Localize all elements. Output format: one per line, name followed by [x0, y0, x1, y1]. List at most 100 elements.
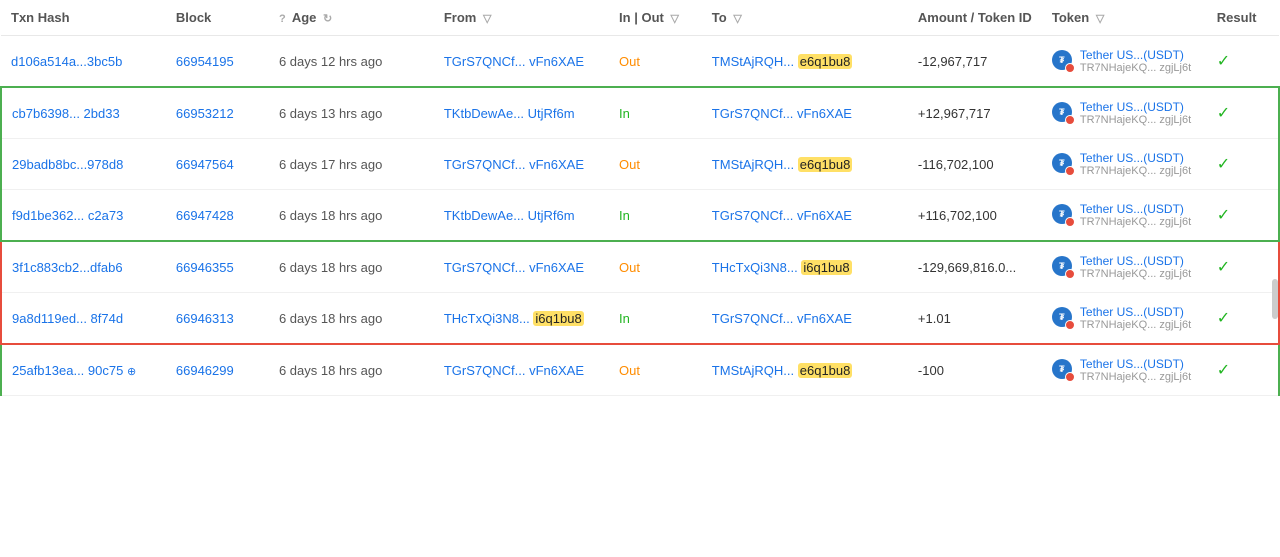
- token-name[interactable]: Tether US...(USDT): [1080, 202, 1191, 216]
- amount-cell: -116,702,100: [908, 139, 1042, 190]
- from-address[interactable]: TKtbDewAe... UtjRf6m: [444, 208, 575, 223]
- txn-hash-cell: f9d1be362... c2a73: [1, 190, 166, 242]
- direction-badge: Out: [619, 260, 640, 275]
- to-address[interactable]: TGrS7QNCf... vFn6XAE: [712, 311, 852, 326]
- from-highlight: i6q1bu8: [533, 311, 583, 326]
- table-row: cb7b6398... 2bd33 66953212 6 days 13 hrs…: [1, 87, 1279, 139]
- block-number-link[interactable]: 66947428: [176, 208, 234, 223]
- block-number-link[interactable]: 66946299: [176, 363, 234, 378]
- token-sub: TR7NHajeKQ... zgjLj6t: [1080, 62, 1191, 74]
- table-row: 3f1c883cb2...dfab6 66946355 6 days 18 hr…: [1, 241, 1279, 293]
- from-address-part2: UtjRf6m: [528, 208, 575, 223]
- txn-hash-link[interactable]: f9d1be362... c2a73: [12, 208, 123, 223]
- block-number-link[interactable]: 66954195: [176, 54, 234, 69]
- direction-badge: In: [619, 311, 630, 326]
- token-name[interactable]: Tether US...(USDT): [1080, 305, 1191, 319]
- to-address[interactable]: TGrS7QNCf... vFn6XAE: [712, 208, 852, 223]
- token-icon: ₮: [1052, 256, 1074, 278]
- direction-cell: In: [609, 87, 702, 139]
- to-cell: TMStAjRQH... e6q1bu8: [702, 139, 908, 190]
- amount-value: +12,967,717: [918, 106, 991, 121]
- in-out-filter-icon[interactable]: ▽: [670, 12, 678, 25]
- txn-copy-icon[interactable]: ⊕: [127, 366, 136, 378]
- amount-value: +1.01: [918, 311, 951, 326]
- to-address[interactable]: TMStAjRQH... e6q1bu8: [712, 157, 853, 172]
- to-filter-icon[interactable]: ▽: [733, 12, 741, 25]
- amount-cell: -129,669,816.0...: [908, 241, 1042, 293]
- to-cell: TGrS7QNCf... vFn6XAE: [702, 190, 908, 242]
- amount-value: -12,967,717: [918, 54, 987, 69]
- col-amount: Amount / Token ID: [908, 0, 1042, 36]
- token-icon-badge: [1065, 320, 1075, 330]
- token-sub: TR7NHajeKQ... zgjLj6t: [1080, 268, 1191, 280]
- age-refresh-icon[interactable]: ↻: [323, 12, 332, 25]
- age-value: 6 days 17 hrs ago: [279, 157, 382, 172]
- scrollbar-indicator[interactable]: [1272, 279, 1278, 319]
- token-info: Tether US...(USDT) TR7NHajeKQ... zgjLj6t: [1080, 48, 1191, 74]
- from-cell: TGrS7QNCf... vFn6XAE: [434, 139, 609, 190]
- age-help-icon[interactable]: ?: [279, 13, 286, 25]
- from-address[interactable]: TGrS7QNCf... vFn6XAE: [444, 363, 584, 378]
- block-number-link[interactable]: 66946313: [176, 311, 234, 326]
- token-icon: ₮: [1052, 204, 1074, 226]
- to-address[interactable]: TMStAjRQH... e6q1bu8: [712, 54, 853, 69]
- token-name[interactable]: Tether US...(USDT): [1080, 48, 1191, 62]
- direction-cell: In: [609, 190, 702, 242]
- to-cell: TMStAjRQH... e6q1bu8: [702, 36, 908, 88]
- token-icon-badge: [1065, 166, 1075, 176]
- block-number-link[interactable]: 66947564: [176, 157, 234, 172]
- txn-hash-link[interactable]: d106a514a...3bc5b: [11, 54, 122, 69]
- txn-hash-link[interactable]: cb7b6398... 2bd33: [12, 106, 120, 121]
- from-filter-icon[interactable]: ▽: [483, 12, 491, 25]
- token-icon-badge: [1065, 63, 1075, 73]
- to-address[interactable]: TGrS7QNCf... vFn6XAE: [712, 106, 852, 121]
- token-info: Tether US...(USDT) TR7NHajeKQ... zgjLj6t: [1080, 151, 1191, 177]
- result-check-icon: ✓: [1217, 259, 1230, 276]
- token-name[interactable]: Tether US...(USDT): [1080, 254, 1191, 268]
- result-check-icon: ✓: [1217, 105, 1230, 122]
- txn-hash-cell: 29badb8bc...978d8: [1, 139, 166, 190]
- direction-badge: Out: [619, 363, 640, 378]
- col-result: Result: [1207, 0, 1279, 36]
- txn-hash-link[interactable]: 25afb13ea... 90c75: [12, 363, 123, 378]
- txn-hash-link[interactable]: 9a8d119ed... 8f74d: [12, 311, 123, 326]
- block-number-link[interactable]: 66953212: [176, 106, 234, 121]
- direction-badge: In: [619, 106, 630, 121]
- to-highlight: e6q1bu8: [798, 363, 853, 378]
- from-address-part2: UtjRf6m: [528, 106, 575, 121]
- from-cell: TKtbDewAe... UtjRf6m: [434, 87, 609, 139]
- token-cell: ₮ Tether US...(USDT) TR7NHajeKQ... zgjLj…: [1052, 100, 1197, 126]
- token-sub: TR7NHajeKQ... zgjLj6t: [1080, 165, 1191, 177]
- token-filter-icon[interactable]: ▽: [1096, 12, 1104, 25]
- from-address[interactable]: TGrS7QNCf... vFn6XAE: [444, 157, 584, 172]
- from-address[interactable]: TGrS7QNCf... vFn6XAE: [444, 260, 584, 275]
- block-cell: 66947428: [166, 190, 269, 242]
- to-cell: THcTxQi3N8... i6q1bu8: [702, 241, 908, 293]
- age-cell: 6 days 18 hrs ago: [269, 344, 434, 396]
- txn-hash-link[interactable]: 3f1c883cb2...dfab6: [12, 260, 123, 275]
- token-icon: ₮: [1052, 359, 1074, 381]
- block-cell: 66946313: [166, 293, 269, 345]
- token-name[interactable]: Tether US...(USDT): [1080, 100, 1191, 114]
- direction-cell: In: [609, 293, 702, 345]
- txn-hash-link[interactable]: 29badb8bc...978d8: [12, 157, 123, 172]
- from-address[interactable]: THcTxQi3N8... i6q1bu8: [444, 311, 584, 326]
- result-check-icon: ✓: [1217, 53, 1230, 70]
- txn-hash-cell: 9a8d119ed... 8f74d: [1, 293, 166, 345]
- col-token: Token ▽: [1042, 0, 1207, 36]
- from-address[interactable]: TKtbDewAe... UtjRf6m: [444, 106, 575, 121]
- col-age: ? Age ↻: [269, 0, 434, 36]
- from-address[interactable]: TGrS7QNCf... vFn6XAE: [444, 54, 584, 69]
- age-value: 6 days 18 hrs ago: [279, 260, 382, 275]
- token-name[interactable]: Tether US...(USDT): [1080, 151, 1191, 165]
- to-address[interactable]: TMStAjRQH... e6q1bu8: [712, 363, 853, 378]
- age-cell: 6 days 18 hrs ago: [269, 241, 434, 293]
- to-address[interactable]: THcTxQi3N8... i6q1bu8: [712, 260, 852, 275]
- table-row: 25afb13ea... 90c75 ⊕ 66946299 6 days 18 …: [1, 344, 1279, 396]
- block-number-link[interactable]: 66946355: [176, 260, 234, 275]
- token-name[interactable]: Tether US...(USDT): [1080, 357, 1191, 371]
- to-highlight: i6q1bu8: [801, 260, 851, 275]
- token-cell-wrapper: ₮ Tether US...(USDT) TR7NHajeKQ... zgjLj…: [1042, 344, 1207, 396]
- token-sub: TR7NHajeKQ... zgjLj6t: [1080, 114, 1191, 126]
- txn-hash-cell: cb7b6398... 2bd33: [1, 87, 166, 139]
